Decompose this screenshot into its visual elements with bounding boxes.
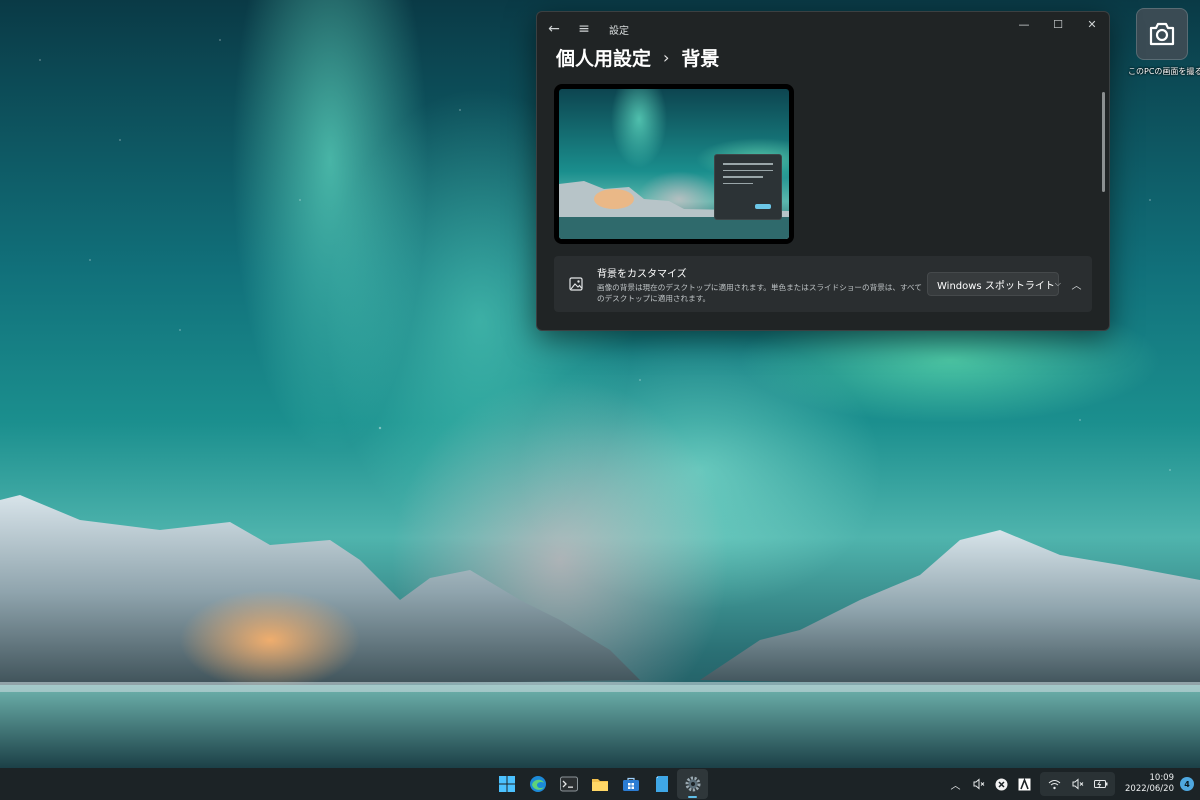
quick-settings-button[interactable] — [1040, 772, 1115, 796]
chevron-up-icon: ︿ — [1071, 280, 1082, 292]
close-button[interactable]: ✕ — [1075, 12, 1109, 36]
title-bar[interactable]: ← ≡ 設定 — ☐ ✕ — [537, 12, 1109, 46]
settings-button[interactable] — [677, 769, 708, 799]
start-button[interactable] — [491, 769, 522, 799]
taskbar-apps — [491, 768, 708, 800]
gear-icon — [685, 776, 700, 792]
show-hidden-icons-button[interactable]: ︿ — [944, 772, 967, 796]
card-title: 背景をカスタマイズ — [597, 268, 687, 280]
close-circle-icon — [995, 778, 1008, 790]
picture-icon — [557, 277, 595, 291]
store-icon — [622, 777, 639, 791]
clock-date: 2022/06/20 — [1125, 784, 1174, 794]
document-icon — [655, 776, 668, 792]
ime-button[interactable] — [1013, 772, 1036, 796]
volume-muted-icon — [1066, 772, 1089, 796]
page-title: 背景 — [681, 48, 720, 70]
windows-logo-icon — [498, 776, 515, 792]
tray-app-button[interactable] — [990, 772, 1013, 796]
terminal-icon — [559, 776, 578, 792]
close-icon: ✕ — [1087, 17, 1097, 31]
breadcrumb-parent[interactable]: 個人用設定 — [556, 44, 651, 71]
chevron-down-icon: ⌵ — [1054, 279, 1061, 288]
background-preview — [554, 84, 794, 244]
scrollbar-thumb[interactable] — [1102, 92, 1105, 192]
ime-a-icon — [1018, 777, 1031, 790]
preview-mini-window — [714, 154, 782, 220]
hamburger-menu-icon: ≡ — [578, 21, 590, 37]
card-description: 画像の背景は現在のデスクトップに適用されます。単色またはスライドショーの背景は、… — [597, 282, 922, 303]
store-button[interactable] — [615, 769, 646, 799]
desktop-shortcut-label: このPCの画面を撮る — [1128, 67, 1200, 76]
taskbar: ︿ 10:09 2022/06/20 4 — [0, 768, 1200, 800]
breadcrumb-separator-icon: › — [663, 48, 670, 67]
app-title: 設定 — [609, 25, 629, 37]
desktop-shortcut[interactable]: このPCの画面を撮る — [1128, 8, 1200, 77]
clock[interactable]: 10:09 2022/06/20 — [1125, 773, 1174, 795]
preview-screen — [559, 89, 789, 239]
notification-badge[interactable]: 4 — [1180, 777, 1194, 791]
battery-charging-icon — [1089, 772, 1112, 796]
dropdown-value: Windows スポットライト — [937, 280, 1055, 292]
folder-icon — [591, 779, 608, 791]
back-arrow-icon: ← — [548, 21, 560, 37]
maximize-icon: ☐ — [1053, 17, 1063, 31]
maximize-button[interactable]: ☐ — [1041, 12, 1075, 36]
wifi-icon — [1043, 772, 1066, 796]
speaker-muted-icon — [973, 778, 984, 790]
clock-time: 10:09 — [1149, 773, 1175, 783]
edge-icon — [529, 776, 546, 792]
file-explorer-button[interactable] — [584, 769, 615, 799]
back-button[interactable]: ← — [539, 14, 569, 44]
minimize-button[interactable]: — — [1007, 12, 1041, 36]
customize-background-card[interactable]: 背景をカスタマイズ 画像の背景は現在のデスクトップに適用されます。単色またはスラ… — [554, 256, 1092, 312]
breadcrumb: 個人用設定 › 背景 — [556, 44, 719, 71]
terminal-button[interactable] — [553, 769, 584, 799]
background-type-dropdown[interactable]: Windows スポットライト ⌵ — [927, 272, 1061, 296]
notepad-button[interactable] — [646, 769, 677, 799]
edge-button[interactable] — [522, 769, 553, 799]
system-tray: ︿ 10:09 2022/06/20 4 — [944, 768, 1194, 800]
navigation-menu-button[interactable]: ≡ — [569, 14, 599, 44]
chevron-up-icon: ︿ — [950, 780, 961, 792]
minimize-icon: — — [1018, 17, 1030, 31]
camera-icon — [1136, 8, 1188, 60]
speaker-muted-tray-button[interactable] — [967, 772, 990, 796]
collapse-button[interactable]: ︿ — [1067, 274, 1086, 294]
settings-window: ← ≡ 設定 — ☐ ✕ 個人用設定 › 背景 背景をカスタマイズ 画像の背景は… — [536, 11, 1110, 331]
preview-mini-button — [755, 204, 771, 209]
